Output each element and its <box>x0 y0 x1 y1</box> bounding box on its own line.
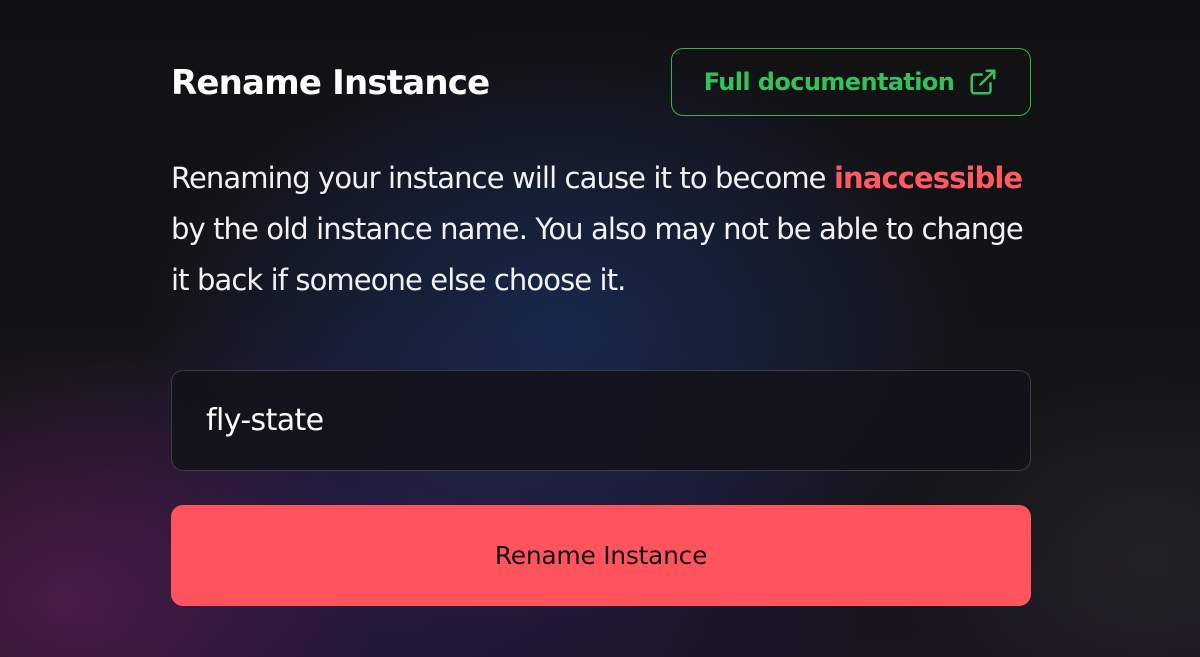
instance-name-input[interactable] <box>171 370 1031 471</box>
full-documentation-label: Full documentation <box>703 68 955 96</box>
description-text-end: by the old instance name. You also may n… <box>171 212 1024 297</box>
rename-warning-text: Renaming your instance will cause it to … <box>171 153 1031 306</box>
rename-instance-panel: Rename Instance Full documentation Renam… <box>171 48 1031 608</box>
external-link-icon <box>968 67 998 97</box>
panel-header: Rename Instance Full documentation <box>171 48 1031 116</box>
description-text-start: Renaming your instance will cause it to … <box>171 161 834 195</box>
full-documentation-link[interactable]: Full documentation <box>671 48 1031 116</box>
rename-instance-button[interactable]: Rename Instance <box>171 505 1031 606</box>
page-title: Rename Instance <box>171 63 490 103</box>
inaccessible-highlight: inaccessible <box>833 161 1023 195</box>
